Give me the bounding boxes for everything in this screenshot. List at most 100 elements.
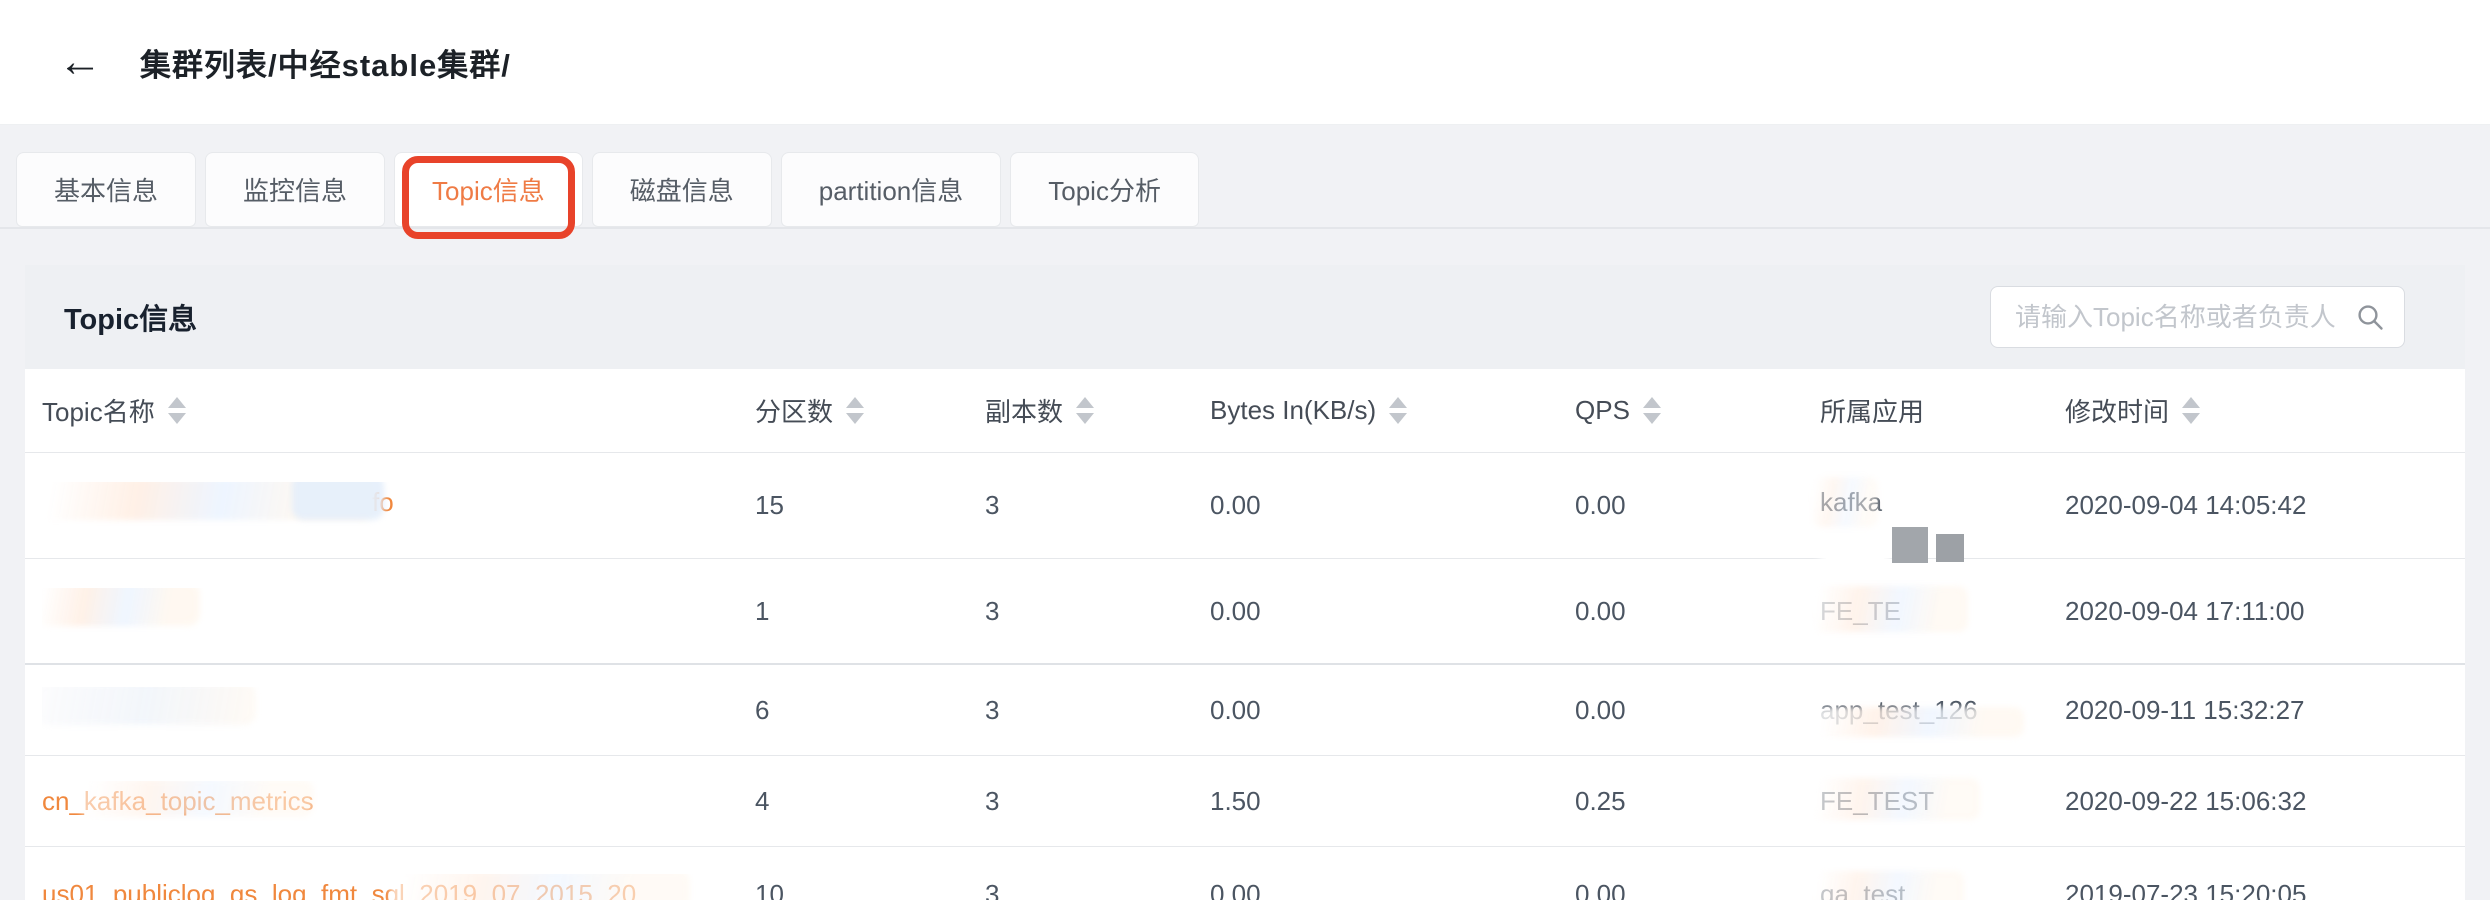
tab-label: 磁盘信息 [630, 171, 734, 208]
app-cell: kafka [1820, 489, 2065, 523]
redaction-smear [42, 588, 200, 626]
app-cell: FE_TE [1820, 594, 2065, 628]
sort-carets-icon[interactable] [168, 397, 186, 424]
page-header: ← 集群列表/中经stable集群/ [0, 0, 2490, 125]
replicas-cell: 3 [985, 786, 1210, 817]
column-header-label: 修改时间 [2065, 392, 2169, 429]
column-header[interactable]: Bytes In(KB/s) [1210, 395, 1575, 426]
column-header-label: QPS [1575, 395, 1630, 426]
topic-cell: cn_kafka_topic_metrics [42, 781, 755, 821]
app-cell: FE_TEST [1820, 784, 2065, 818]
column-header-label: 所属应用 [1820, 392, 1924, 429]
back-arrow-icon[interactable]: ← [58, 40, 102, 84]
bytes-in-cell: 0.00 [1210, 490, 1575, 521]
partitions-cell: 6 [755, 695, 985, 726]
column-header[interactable]: QPS [1575, 395, 1820, 426]
modified-time-cell: 2020-09-04 14:05:42 [2065, 490, 2465, 521]
table-row[interactable]: cn_kafka_topic_metrics 4 3 1.50 0.25 FE_… [25, 756, 2465, 847]
replicas-cell: 3 [985, 490, 1210, 521]
topic-name-link[interactable]: cn_kafka_topic_metrics [42, 781, 314, 821]
bytes-in-cell: 0.00 [1210, 596, 1575, 627]
sort-carets-icon[interactable] [1643, 397, 1661, 424]
sort-carets-icon[interactable] [2182, 397, 2200, 424]
topic-name-link[interactable] [42, 588, 207, 628]
column-header: 所属应用 [1820, 392, 2065, 429]
table-header-row: Topic名称 分区数 副本数 Bytes In(KB/s)QPS 所属应用 修改时间 [25, 369, 2465, 453]
replicas-cell: 3 [985, 596, 1210, 627]
partitions-cell: 4 [755, 786, 985, 817]
table-row[interactable]: 6 3 0.00 0.00 app_test_126 2020-09-11 15… [25, 665, 2465, 756]
column-header[interactable]: 副本数 [985, 392, 1210, 429]
redaction-smear [292, 482, 384, 520]
bytes-in-cell: 0.00 [1210, 879, 1575, 900]
partitions-cell: 10 [755, 879, 985, 900]
panel-header: Topic信息 [25, 265, 2465, 369]
search-input[interactable] [2015, 302, 2354, 333]
table-row[interactable]: 1 3 0.00 0.00 FE_TE 2020-09-04 17:11:00 [25, 559, 2465, 665]
app-name-text: FE_TEST [1820, 786, 1934, 816]
modified-time-cell: 2020-09-11 15:32:27 [2065, 695, 2465, 726]
column-header[interactable]: 分区数 [755, 392, 985, 429]
replicas-cell: 3 [985, 879, 1210, 900]
column-header-label: Topic名称 [42, 392, 155, 429]
tab-label: Topic分析 [1048, 171, 1161, 208]
tab-label: Topic信息 [432, 171, 545, 208]
tab-bar: 基本信息 监控信息 Topic信息 磁盘信息 partition信息 Topic分析 [0, 152, 2490, 229]
tab-监控信息[interactable]: 监控信息 [205, 152, 385, 227]
topic-name-link[interactable] [42, 687, 262, 727]
page: ← 集群列表/中经stable集群/ 基本信息 监控信息 Topic信息 磁盘信息 pa… [0, 0, 2490, 900]
column-header[interactable]: 修改时间 [2065, 392, 2465, 429]
redaction-smear [42, 482, 374, 520]
sort-carets-icon[interactable] [846, 397, 864, 424]
search-icon[interactable] [2354, 301, 2386, 333]
redaction-blocks [1826, 525, 1964, 565]
topic-name-text: cn_kafka_topic_metrics [42, 786, 314, 816]
modified-time-cell: 2019-07-23 15:20:05 [2065, 879, 2465, 900]
qps-cell: 0.00 [1575, 695, 1820, 726]
topic-info-panel: Topic信息 Topic名称 分区数 副本数 Bytes In(KB/s)QPS 所属… [25, 265, 2465, 900]
app-name: kafka [1820, 485, 1882, 519]
topic-cell: us01_publiclog_gs_log_fmt_sql_2019_07_20… [42, 874, 755, 900]
topic-cell [42, 687, 755, 734]
table-row[interactable]: us01_publiclog_gs_log_fmt_sql_2019_07_20… [25, 847, 2465, 900]
column-header-label: 分区数 [755, 392, 833, 429]
topic-cell: fo [42, 482, 755, 529]
sort-carets-icon[interactable] [1389, 397, 1407, 424]
qps-cell: 0.25 [1575, 786, 1820, 817]
tab-label: partition信息 [819, 171, 964, 208]
topic-name-link[interactable]: us01_publiclog_gs_log_fmt_sql_2019_07_20… [42, 874, 636, 900]
partitions-cell: 15 [755, 490, 985, 521]
tab-label: 监控信息 [243, 171, 347, 208]
modified-time-cell: 2020-09-04 17:11:00 [2065, 596, 2465, 627]
app-name: app_test_126 [1820, 693, 1978, 727]
app-cell: qa_test [1820, 877, 2065, 900]
sort-carets-icon[interactable] [1076, 397, 1094, 424]
redaction-smear [42, 687, 256, 725]
tab-label: 基本信息 [54, 171, 158, 208]
search-box[interactable] [1990, 286, 2405, 348]
app-name: FE_TEST [1820, 784, 1934, 818]
qps-cell: 0.00 [1575, 490, 1820, 521]
topic-name-link[interactable]: fo [42, 482, 452, 522]
table-body: fo 15 3 0.00 0.00 kafka 2020-09-04 14:05… [25, 453, 2465, 900]
table-row[interactable]: fo 15 3 0.00 0.00 kafka 2020-09-04 14:05… [25, 453, 2465, 559]
partitions-cell: 1 [755, 596, 985, 627]
topic-cell [42, 588, 755, 635]
column-header-label: 副本数 [985, 392, 1063, 429]
tab-Topic信息[interactable]: Topic信息 [394, 152, 583, 227]
page-title: 集群列表/中经stable集群/ [140, 40, 511, 85]
topic-name-suffix: fo [372, 482, 394, 522]
tab-partition信息[interactable]: partition信息 [781, 152, 1002, 227]
modified-time-cell: 2020-09-22 15:06:32 [2065, 786, 2465, 817]
tab-Topic分析[interactable]: Topic分析 [1010, 152, 1199, 227]
tab-基本信息[interactable]: 基本信息 [16, 152, 196, 227]
app-name-text: FE_TE [1820, 596, 1901, 626]
panel-title: Topic信息 [64, 296, 197, 338]
app-name-text: app_test_126 [1820, 695, 1978, 725]
tab-磁盘信息[interactable]: 磁盘信息 [592, 152, 772, 227]
column-header[interactable]: Topic名称 [42, 392, 755, 429]
topic-name-suffix: 15_20 [564, 879, 636, 900]
app-name-text: kafka [1820, 487, 1882, 517]
app-name: FE_TE [1820, 594, 1901, 628]
bytes-in-cell: 0.00 [1210, 695, 1575, 726]
